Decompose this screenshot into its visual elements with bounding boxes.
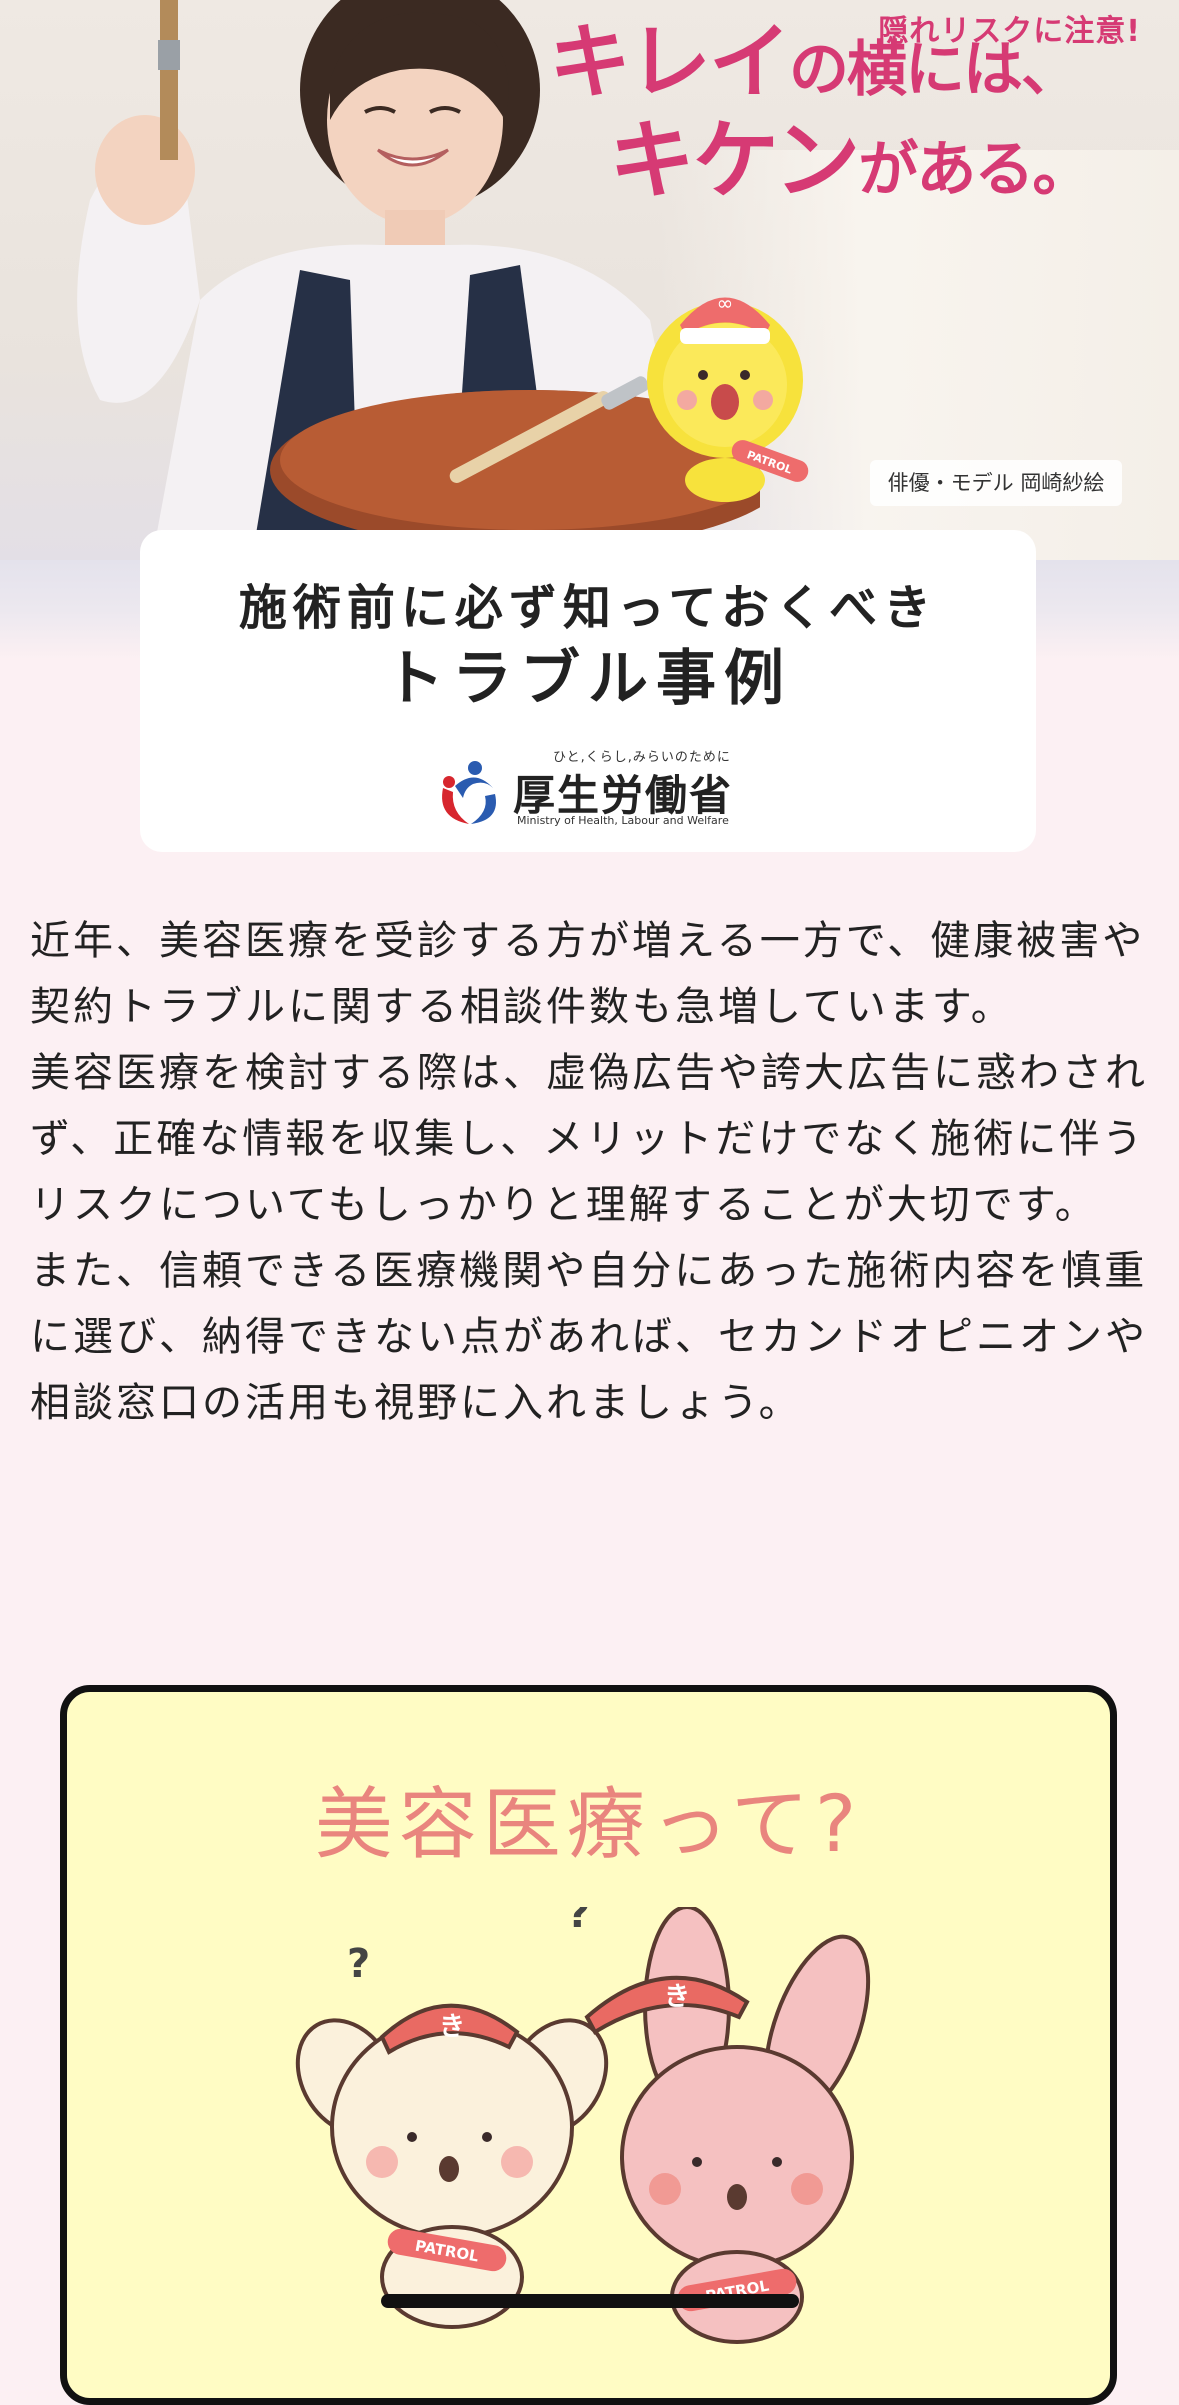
svg-text:∞: ∞ xyxy=(717,291,734,315)
intro-text: 近年、美容医療を受診する方が増える一方で、健康被害や契約トラブルに関する相談件数… xyxy=(30,908,1150,1436)
hero-headline: 隠れリスクに注意! キレイの横には、 キケンがある。 xyxy=(549,0,1159,220)
title-card-subtitle: 施術前に必ず知っておくべき xyxy=(238,580,938,636)
bunny-mascots-illustration: ? ? き PATROL き PATROL xyxy=(295,1907,871,2344)
svg-text:き: き xyxy=(439,2012,465,2042)
headline-line-2: キケンがある。 xyxy=(609,111,1092,211)
svg-text:?: ? xyxy=(347,1941,370,1987)
intro-paragraph-1: 近年、美容医療を受診する方が増える一方で、健康被害や契約トラブルに関する相談件数… xyxy=(30,918,1146,1030)
ministry-english-name: Ministry of Health, Labour and Welfare xyxy=(517,814,729,827)
headline-line-1: キレイの横には、 xyxy=(549,15,1081,110)
card-heading: 美容医療って? xyxy=(314,1780,863,1870)
home-indicator[interactable] xyxy=(381,2294,799,2308)
svg-text:?: ? xyxy=(567,1907,590,1937)
svg-text:き: き xyxy=(664,1982,690,2012)
intro-paragraph-2: 美容医療を検討する際は、虚偽広告や誇大広告に惑わされず、正確な情報を収集し、メリ… xyxy=(30,1050,1148,1228)
ministry-emblem-icon xyxy=(442,761,496,824)
intro-paragraph-3: また、信頼できる医療機関や自分にあった施術内容を慎重に選び、納得できない点があれ… xyxy=(30,1248,1148,1426)
title-card: 施術前に必ず知っておくべき トラブル事例 ひと,くらし,みらいのために 厚生労働… xyxy=(140,530,1036,852)
model-credit: 俳優・モデル 岡崎紗絵 xyxy=(870,460,1122,506)
page-title: トラブル事例 xyxy=(384,644,792,714)
ministry-logo[interactable]: ひと,くらし,みらいのために 厚生労働省 Ministry of Health,… xyxy=(435,740,745,830)
patrol-mascot-icon: ∞ PATROL xyxy=(647,291,809,502)
